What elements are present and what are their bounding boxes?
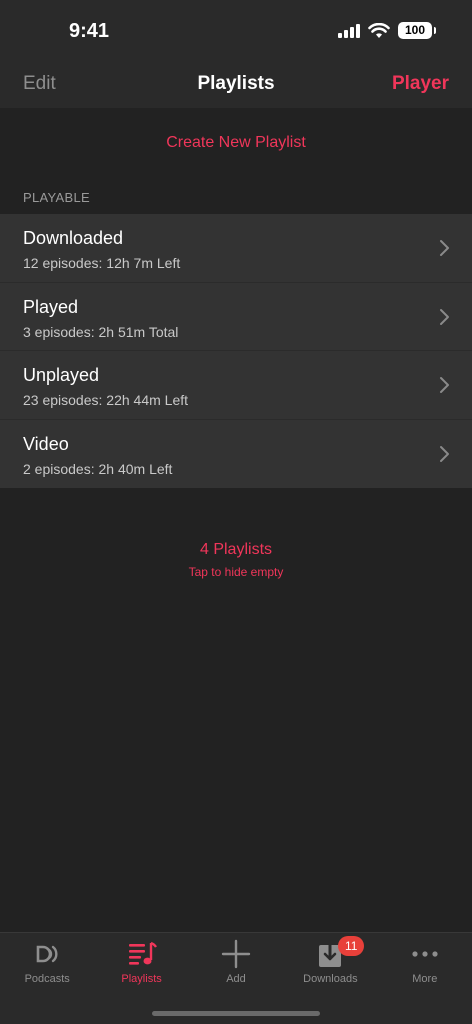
tab-playlists[interactable]: Playlists [94, 933, 188, 993]
navigation-bar: Edit Playlists Player [0, 60, 472, 108]
chevron-right-icon [440, 377, 449, 393]
battery-icon: 100 [398, 22, 436, 39]
tab-label: Add [226, 973, 246, 985]
chevron-right-icon [440, 308, 449, 325]
downloads-badge: 11 [338, 936, 365, 956]
playlists-icon [128, 941, 157, 965]
wifi-icon [368, 22, 390, 38]
playlist-subtitle: 3 episodes: 2h 51m Total [23, 323, 179, 340]
tab-label: Podcasts [24, 973, 70, 985]
tab-label: More [412, 973, 438, 985]
tab-downloads[interactable]: 11 Downloads [283, 933, 377, 993]
create-new-playlist-button[interactable]: Create New Playlist [0, 134, 472, 152]
player-button[interactable]: Player [392, 73, 449, 95]
playlist-title: Unplayed [23, 365, 100, 385]
status-icons: 100 [338, 22, 436, 39]
more-icon [412, 951, 438, 957]
tab-label: Downloads [303, 973, 358, 985]
playlist-title: Played [23, 296, 79, 317]
playlist-list: Downloaded 12 episodes: 12h 7m Left Play… [0, 214, 472, 488]
cellular-signal-icon [338, 23, 360, 38]
playlist-count[interactable]: 4 Playlists [0, 541, 472, 559]
status-time: 9:41 [69, 20, 110, 42]
chevron-right-icon [440, 445, 449, 462]
hide-empty-hint[interactable]: Tap to hide empty [0, 565, 472, 579]
section-header-playable: PLAYABLE [23, 190, 90, 205]
playlist-row-played[interactable]: Played 3 episodes: 2h 51m Total [0, 283, 472, 351]
playlist-row-downloaded[interactable]: Downloaded 12 episodes: 12h 7m Left [0, 214, 472, 283]
podcasts-icon [36, 945, 58, 963]
tab-more[interactable]: More [378, 933, 472, 993]
playlist-subtitle: 2 episodes: 2h 40m Left [23, 460, 173, 477]
add-icon [221, 939, 251, 969]
playlist-subtitle: 23 episodes: 22h 44m Left [23, 392, 189, 408]
tab-add[interactable]: Add [189, 933, 283, 993]
playlist-row-video[interactable]: Video 2 episodes: 2h 40m Left [0, 420, 472, 489]
chevron-right-icon [440, 240, 449, 256]
tab-label: Playlists [121, 973, 162, 985]
home-indicator [152, 1011, 320, 1016]
status-bar: 9:41 100 [0, 0, 472, 60]
playlist-title: Video [23, 433, 69, 454]
playlist-title: Downloaded [23, 228, 124, 248]
tab-podcasts[interactable]: Podcasts [0, 933, 94, 993]
tab-bar: Podcasts Playlists Add 11 Downloads More [0, 932, 472, 1024]
playlist-subtitle: 12 episodes: 12h 7m Left [23, 255, 181, 271]
playlist-row-unplayed[interactable]: Unplayed 23 episodes: 22h 44m Left [0, 351, 472, 420]
